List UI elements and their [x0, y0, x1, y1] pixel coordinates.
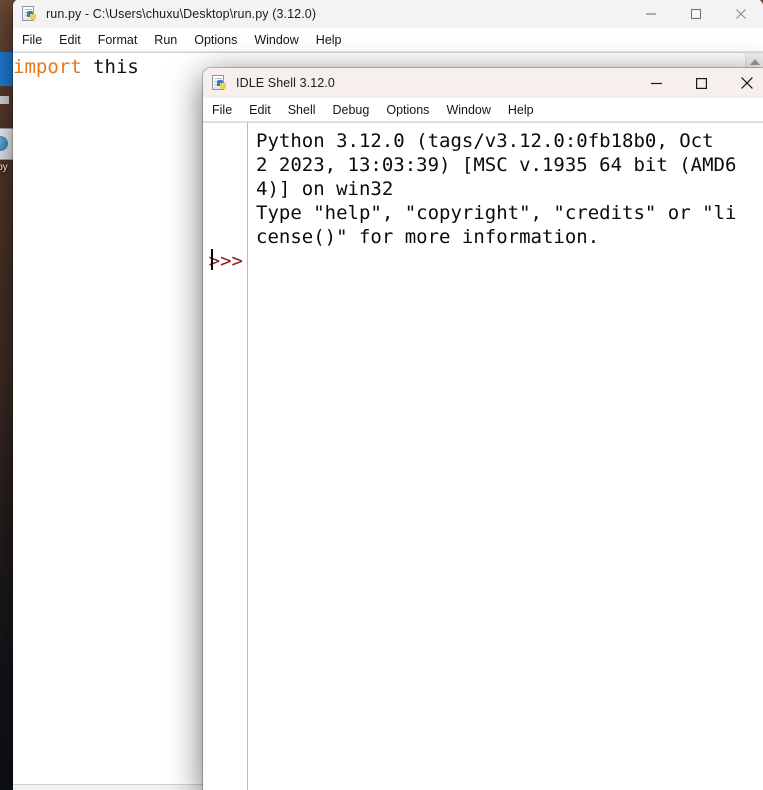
shell-window[interactable]: IDLE Shell 3.12.0 File Edit Shell Debug …: [203, 68, 763, 790]
shell-titlebar[interactable]: IDLE Shell 3.12.0: [203, 68, 763, 98]
minimize-button[interactable]: [628, 0, 673, 28]
menu-edit[interactable]: Edit: [59, 33, 90, 47]
maximize-button[interactable]: [673, 0, 718, 28]
editor-titlebar[interactable]: run.py - C:\Users\chuxu\Desktop\run.py (…: [13, 0, 763, 28]
maximize-button[interactable]: [679, 68, 724, 98]
code-identifier: this: [93, 56, 139, 78]
menu-debug[interactable]: Debug: [333, 103, 379, 117]
minimize-icon: [651, 82, 662, 84]
close-icon: [735, 8, 746, 19]
editor-menubar[interactable]: File Edit Format Run Options Window Help: [13, 28, 763, 52]
shell-prompt-marker: >>>: [208, 250, 243, 272]
menu-run[interactable]: Run: [154, 33, 186, 47]
menu-help[interactable]: Help: [508, 103, 543, 117]
shell-menubar[interactable]: File Edit Shell Debug Options Window Hel…: [203, 98, 763, 122]
menu-window[interactable]: Window: [446, 103, 499, 117]
editor-code-line: import this: [13, 55, 139, 80]
editor-window-controls: [628, 0, 763, 28]
menu-options[interactable]: Options: [194, 33, 246, 47]
menu-file[interactable]: File: [22, 33, 51, 47]
shell-console[interactable]: >>> Python 3.12.0 (tags/v3.12.0:0fb18b0,…: [203, 122, 763, 790]
screen: .py run.py - C:\Users\chuxu\Desktop\run.…: [0, 0, 763, 790]
minimize-icon: [645, 12, 656, 15]
shell-output-text: Python 3.12.0 (tags/v3.12.0:0fb18b0, Oct…: [256, 130, 737, 248]
menu-options[interactable]: Options: [386, 103, 438, 117]
minimize-button[interactable]: [634, 68, 679, 98]
taskbar-accent-secondary: [0, 96, 9, 104]
taskbar-accent: [0, 52, 13, 86]
close-button[interactable]: [724, 68, 763, 98]
python-file-icon: [212, 75, 228, 91]
code-keyword: import: [13, 56, 82, 78]
maximize-icon: [696, 77, 708, 89]
menu-edit[interactable]: Edit: [249, 103, 280, 117]
shell-text-caret: [211, 249, 213, 270]
maximize-icon: [690, 8, 701, 19]
menu-format[interactable]: Format: [98, 33, 147, 47]
python-file-icon: [22, 5, 38, 22]
menu-shell[interactable]: Shell: [288, 103, 325, 117]
editor-title-text: run.py - C:\Users\chuxu\Desktop\run.py (…: [46, 6, 317, 21]
shell-window-controls: [634, 68, 763, 98]
close-icon: [740, 77, 753, 89]
shell-prompt-gutter: >>>: [203, 123, 248, 790]
close-button[interactable]: [718, 0, 763, 28]
menu-help[interactable]: Help: [316, 33, 351, 47]
shell-title-text: IDLE Shell 3.12.0: [236, 76, 335, 90]
menu-window[interactable]: Window: [254, 33, 307, 47]
menu-file[interactable]: File: [212, 103, 241, 117]
